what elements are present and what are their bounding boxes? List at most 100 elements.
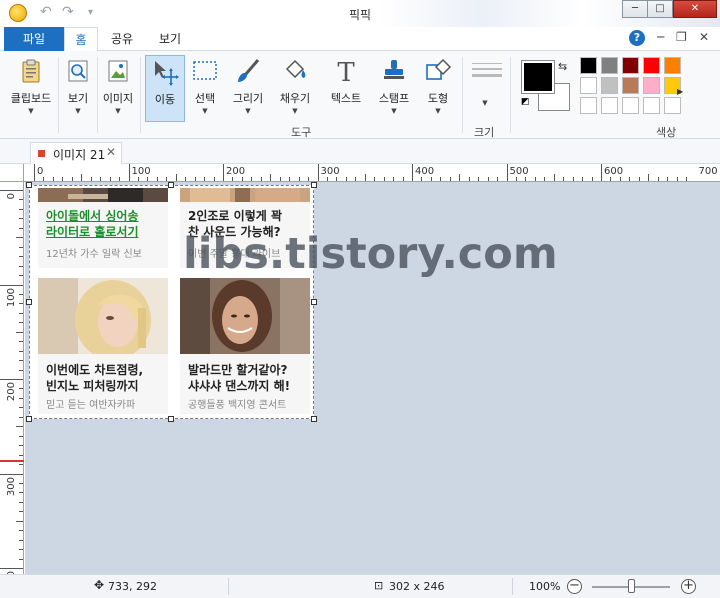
article-headline[interactable]: 아이돌에서 싱어송 라이터로 홀로서기 — [46, 208, 139, 240]
article-photo — [38, 188, 168, 202]
title-bar: ↶ ↷ ▾ 픽픽 ─ □ ✕ — [0, 0, 720, 27]
ruler-tick — [19, 407, 23, 409]
palette-swatch[interactable] — [664, 57, 681, 74]
ruler-label: 100 — [6, 287, 17, 307]
resize-handle-top-left[interactable] — [26, 182, 32, 188]
selection-size-icon: ⊡ — [374, 579, 384, 592]
swap-colors-icon[interactable]: ⇆ — [558, 60, 567, 73]
ruler-tick — [421, 177, 423, 181]
close-tab-icon[interactable]: ✕ — [106, 145, 116, 159]
zoom-in-button[interactable]: + — [681, 579, 696, 594]
palette-more-icon[interactable]: ▶ — [677, 87, 683, 96]
chevron-down-icon: ▼ — [245, 107, 251, 115]
ribbon-minimize-icon[interactable]: ─ — [657, 30, 664, 44]
ruler-tick — [383, 177, 385, 181]
palette-swatch[interactable] — [580, 57, 597, 74]
palette-swatch[interactable] — [601, 77, 618, 94]
help-icon[interactable]: ? — [629, 30, 645, 46]
ruler-tick — [657, 177, 659, 181]
text-tool-button[interactable]: T 텍스트 — [327, 55, 365, 121]
tab-view[interactable]: 보기 — [150, 27, 190, 51]
article-card[interactable]: 발라드만 할거같아? 샤샤샤 댄스까지 해! 공행들풍 백지영 콘서트 — [180, 278, 310, 414]
ruler-tick — [544, 177, 546, 181]
clipboard-icon — [22, 59, 40, 83]
palette-swatch[interactable] — [643, 97, 660, 114]
restore-icon[interactable]: ❐ — [676, 30, 687, 44]
ruler-tick — [601, 164, 602, 181]
chevron-down-icon: ▼ — [75, 107, 81, 115]
ruler-tick — [19, 199, 23, 201]
palette-swatch[interactable] — [622, 77, 639, 94]
palette-swatch[interactable] — [622, 97, 639, 114]
tab-home[interactable]: 홈 — [64, 27, 98, 52]
ruler-tick — [19, 501, 23, 503]
ruler-tick — [260, 177, 262, 181]
selection-size: 302 x 246 — [389, 580, 445, 593]
select-tool-button[interactable]: 선택 ▼ — [188, 55, 222, 121]
ruler-tick — [204, 177, 206, 181]
size-button[interactable]: ▼ — [466, 55, 504, 121]
palette-swatch[interactable] — [580, 77, 597, 94]
article-card[interactable]: 이번에도 차트점령, 빈지노 피처링까지 믿고 듣는 여반자카파 — [38, 278, 168, 414]
primary-color[interactable] — [521, 60, 555, 94]
draw-tool-button[interactable]: 그리기 ▼ — [230, 55, 266, 121]
image-button[interactable]: 이미지 ▼ — [100, 55, 136, 121]
stamp-tool-button[interactable]: 스탬프 ▼ — [374, 55, 414, 121]
palette-swatch[interactable] — [643, 77, 660, 94]
resize-handle-bottom-right[interactable] — [311, 416, 317, 422]
ruler-tick — [515, 177, 517, 181]
ruler-tick — [449, 177, 451, 181]
close-button[interactable]: ✕ — [673, 0, 717, 18]
fill-tool-button[interactable]: 채우기 ▼ — [277, 55, 313, 121]
ruler-tick — [534, 177, 536, 181]
palette-swatch[interactable] — [580, 97, 597, 114]
resize-handle-right[interactable] — [311, 299, 317, 305]
tab-share[interactable]: 공유 — [104, 27, 140, 51]
palette-swatch[interactable] — [664, 97, 681, 114]
ruler-tick — [232, 177, 234, 181]
ruler-tick — [109, 177, 111, 181]
document-close-icon[interactable]: ✕ — [699, 30, 709, 44]
clipboard-button[interactable]: 클립보드 ▼ — [6, 55, 56, 121]
resize-handle-top-right[interactable] — [311, 182, 317, 188]
palette-swatch[interactable] — [601, 97, 618, 114]
tools-group-label: 도구 — [291, 126, 312, 139]
article-card[interactable]: 아이돌에서 싱어송 라이터로 홀로서기 12년차 가수 일락 신보 — [38, 188, 168, 268]
shape-tool-button[interactable]: 도형 ▼ — [420, 55, 456, 121]
document-tab-strip: 이미지 21 ✕ — [0, 139, 720, 164]
ruler-tick — [402, 177, 404, 181]
chevron-down-icon: ▼ — [482, 99, 488, 107]
clipboard-label: 클립보드 — [10, 92, 52, 105]
article-headline[interactable]: 발라드만 할거같아? 샤샤샤 댄스까지 해! — [188, 362, 290, 394]
ruler-tick — [137, 177, 139, 181]
view-button[interactable]: 보기 ▼ — [62, 55, 94, 121]
minimize-button[interactable]: ─ — [622, 0, 648, 18]
move-tool-button[interactable]: 이동 — [145, 55, 185, 122]
resize-handle-top[interactable] — [168, 182, 174, 188]
tab-file[interactable]: 파일 — [4, 27, 64, 51]
maximize-button[interactable]: □ — [647, 0, 673, 18]
palette-swatch[interactable] — [643, 57, 660, 74]
image-label: 이미지 — [102, 92, 134, 105]
ruler-tick — [591, 177, 593, 181]
resize-handle-left[interactable] — [26, 299, 32, 305]
ruler-tick — [175, 174, 177, 181]
zoom-slider-thumb[interactable] — [628, 579, 635, 593]
reset-colors-icon[interactable]: ◩ — [521, 97, 530, 107]
resize-handle-bottom-left[interactable] — [26, 416, 32, 422]
image-canvas[interactable]: 아이돌에서 싱어송 라이터로 홀로서기 12년차 가수 일락 신보 2인조로 이… — [29, 185, 314, 419]
headline-line: 아이돌에서 싱어송 — [46, 209, 139, 223]
chevron-down-icon: ▼ — [292, 107, 298, 115]
paint-bucket-icon — [285, 59, 306, 79]
article-headline[interactable]: 이번에도 차트점령, 빈지노 피처링까지 — [46, 362, 143, 394]
palette-swatch[interactable] — [601, 57, 618, 74]
ruler-tick — [43, 177, 45, 181]
palette-swatch[interactable] — [622, 57, 639, 74]
document-tab[interactable]: 이미지 21 ✕ — [30, 142, 122, 164]
ruler-tick — [619, 177, 621, 181]
image-icon — [108, 60, 128, 82]
ruler-tick — [0, 473, 23, 475]
resize-handle-bottom[interactable] — [168, 416, 174, 422]
zoom-out-button[interactable]: − — [567, 579, 582, 594]
ruler-tick — [19, 350, 23, 352]
